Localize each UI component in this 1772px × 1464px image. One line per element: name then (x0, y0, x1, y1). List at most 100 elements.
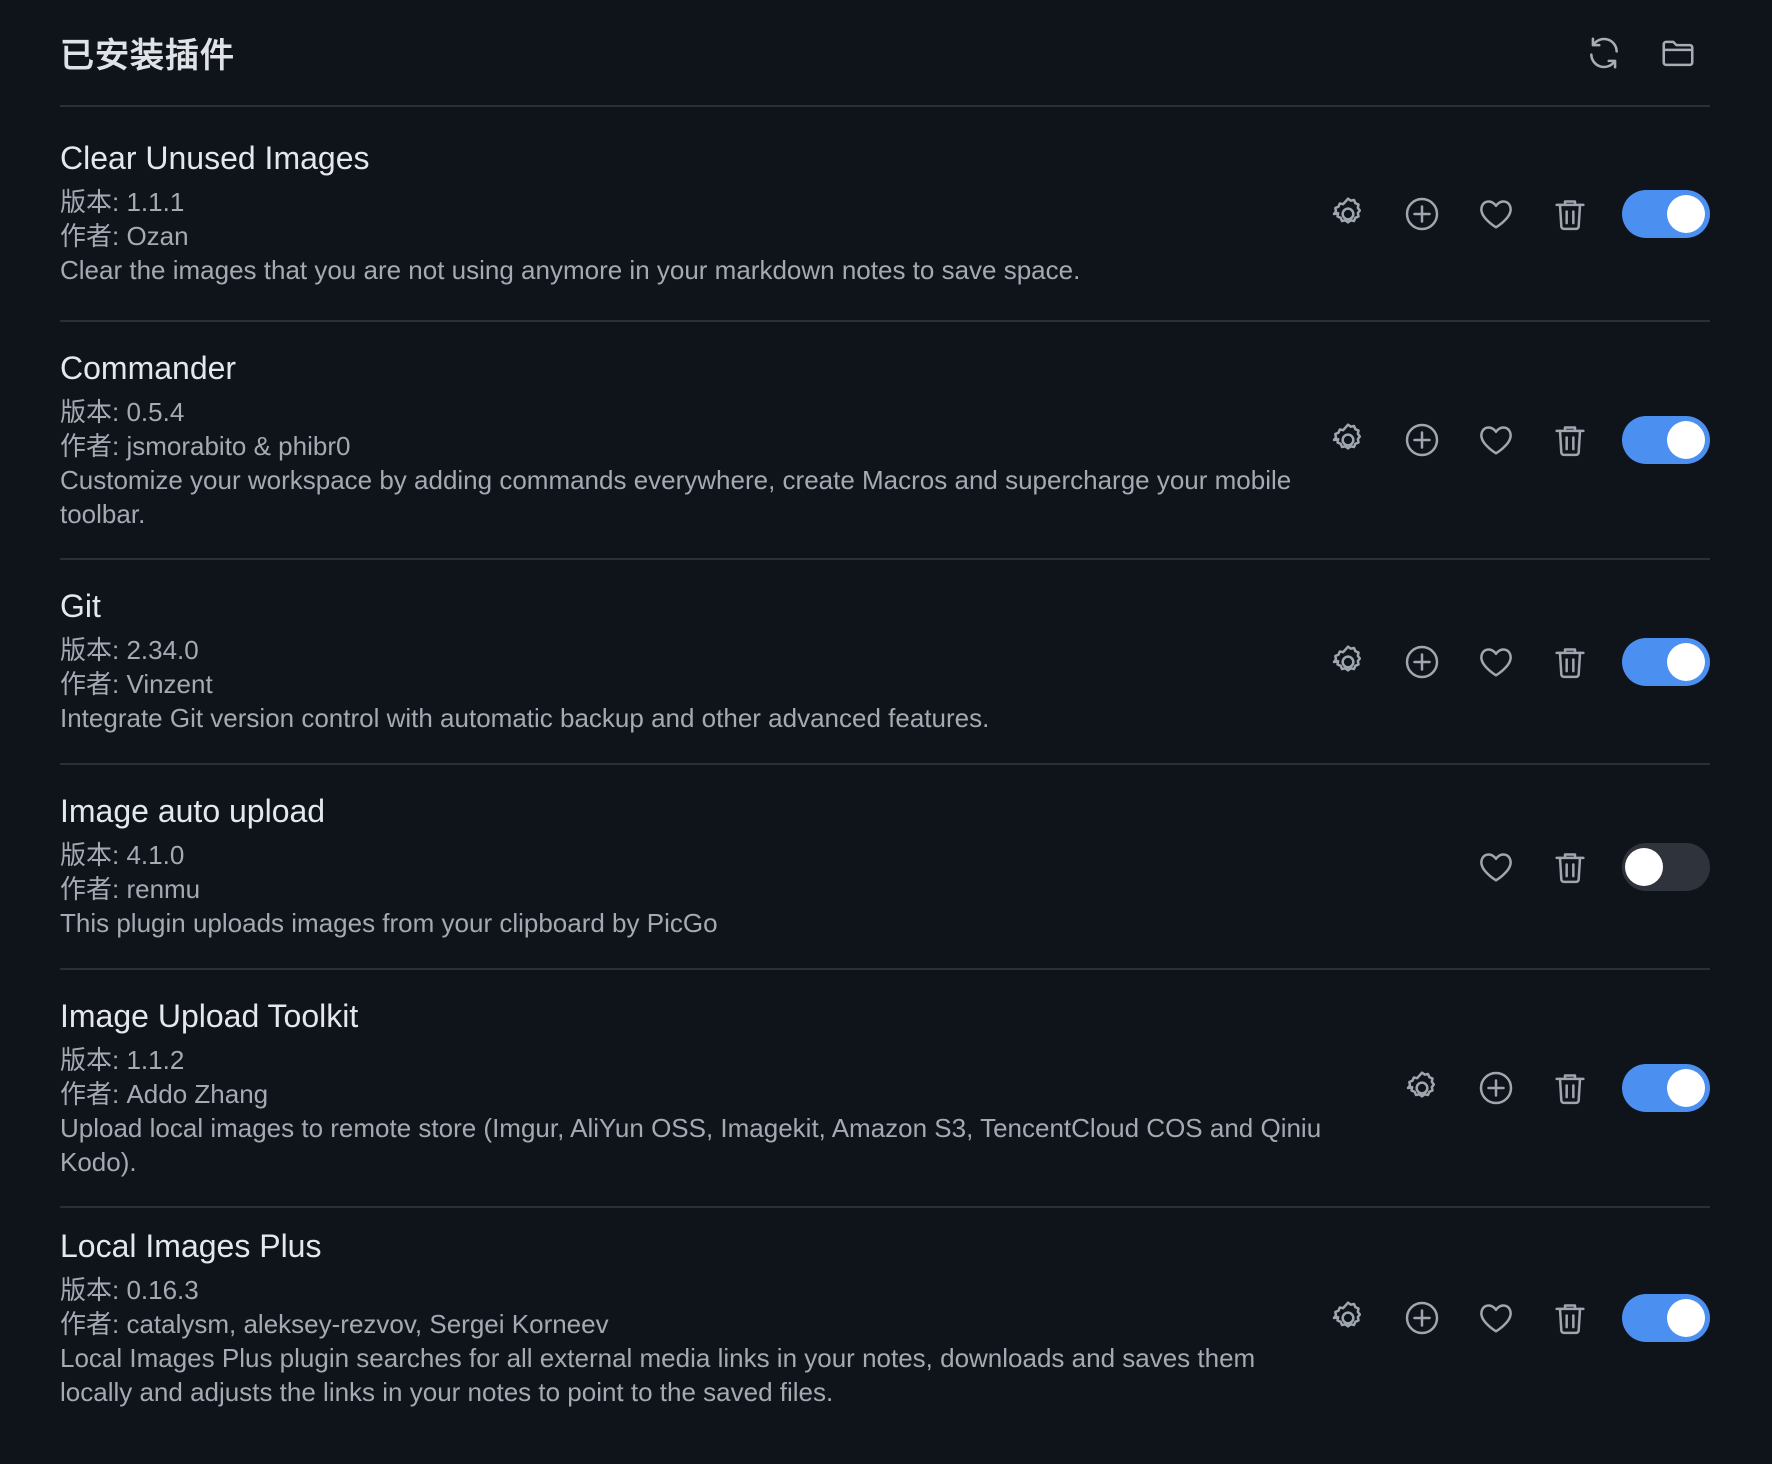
gear-icon (1332, 196, 1362, 224)
heart-icon (1480, 426, 1512, 455)
plugin-info: Git 版本: 2.34.0 作者: Vinzent Integrate Git ve… (60, 588, 1326, 735)
plugin-description: Local Images Plus plugin searches for al… (60, 1342, 1256, 1407)
plugin-controls (1326, 416, 1710, 464)
plugin-uninstall-button[interactable] (1548, 845, 1592, 889)
plugin-name: Image Upload Toolkit (60, 997, 359, 1034)
plugin-author: 作者: Ozan (60, 221, 189, 251)
plugin-row: Image auto upload 版本: 4.1.0 作者: renmu This … (60, 765, 1710, 970)
plus-circle-icon (1405, 1301, 1439, 1335)
plugin-author: 作者: renmu (60, 874, 201, 904)
plus-circle-icon (1479, 1071, 1513, 1105)
plugin-info: Local Images Plus 版本: 0.16.3 作者: catalysm,… (60, 1228, 1326, 1409)
plugin-enable-toggle[interactable] (1622, 189, 1710, 238)
plugin-version: 版本: 4.1.0 (60, 840, 185, 870)
plugin-author: 作者: Vinzent (60, 669, 213, 699)
gear-icon (1332, 423, 1362, 450)
plugin-description: Customize your workspace by adding comma… (60, 464, 1292, 529)
plugin-version: 版本: 0.5.4 (60, 396, 185, 427)
plugin-author: 作者: Addo Zhang (60, 1078, 269, 1109)
toggle-knob (1667, 1299, 1705, 1337)
plugin-enable-toggle[interactable] (1622, 1064, 1710, 1112)
plugin-info: Image Upload Toolkit 版本: 1.1.2 作者: Addo Zh… (60, 998, 1400, 1179)
plugin-settings-button[interactable] (1326, 1296, 1370, 1340)
plugin-controls (1400, 1064, 1710, 1112)
plugin-enable-toggle[interactable] (1622, 842, 1710, 891)
plugin-settings-button[interactable] (1326, 192, 1370, 236)
plugin-info: Commander 版本: 0.5.4 作者: jsmorabito & phibr… (60, 350, 1326, 531)
plugin-enable-toggle[interactable] (1622, 1294, 1710, 1342)
plugin-row: Image Upload Toolkit 版本: 1.1.2 作者: Addo Zh… (60, 970, 1710, 1208)
plugin-hotkeys-button[interactable] (1400, 192, 1444, 236)
plugin-row: Clear Unused Images 版本: 1.1.1 作者: Ozan Clea… (60, 107, 1710, 322)
plugin-description: Upload local images to remote store (Img… (60, 1112, 1322, 1177)
plugin-name: Git (60, 588, 101, 624)
open-plugins-folder-button[interactable] (1656, 31, 1700, 75)
toggle-knob (1667, 194, 1705, 233)
gear-icon (1406, 1071, 1436, 1098)
plugin-settings-button[interactable] (1400, 1066, 1444, 1110)
plugin-settings-button[interactable] (1326, 418, 1370, 462)
plus-circle-icon (1405, 645, 1439, 678)
plugin-author: 作者: catalysm, aleksey-rezvov, Sergei Kor… (60, 1308, 609, 1339)
plugin-hotkeys-button[interactable] (1400, 1296, 1444, 1340)
heart-icon (1480, 1304, 1512, 1333)
reload-button[interactable] (1582, 31, 1626, 75)
panel-header: 已安装插件 (60, 0, 1710, 107)
plugin-enable-toggle[interactable] (1622, 637, 1710, 686)
trash-icon (1555, 1304, 1585, 1335)
plugin-favorite-button[interactable] (1474, 640, 1518, 684)
plugin-uninstall-button[interactable] (1548, 192, 1592, 236)
plugin-uninstall-button[interactable] (1548, 1066, 1592, 1110)
header-actions (1582, 31, 1700, 75)
gear-icon (1332, 1301, 1362, 1328)
plugin-name: Local Images Plus (60, 1227, 322, 1264)
plugin-row: Local Images Plus 版本: 0.16.3 作者: catalysm,… (60, 1208, 1710, 1428)
plugin-controls (1326, 1294, 1710, 1342)
plugin-favorite-button[interactable] (1474, 418, 1518, 462)
trash-icon (1555, 647, 1585, 678)
plugin-uninstall-button[interactable] (1548, 418, 1592, 462)
plugin-row: Commander 版本: 0.5.4 作者: jsmorabito & phibr… (60, 322, 1710, 560)
plugin-info: Clear Unused Images 版本: 1.1.1 作者: Ozan Clea… (60, 140, 1326, 287)
plugin-info: Image auto upload 版本: 4.1.0 作者: renmu This … (60, 793, 1474, 940)
plugin-favorite-button[interactable] (1474, 845, 1518, 889)
trash-icon (1555, 1074, 1585, 1105)
plugin-favorite-button[interactable] (1474, 192, 1518, 236)
plugin-description: Clear the images that you are not using … (60, 255, 1081, 285)
trash-icon (1555, 852, 1585, 883)
plugin-version: 版本: 1.1.1 (60, 187, 185, 217)
page-title: 已安装插件 (60, 37, 235, 75)
plugin-controls (1474, 842, 1710, 891)
plugin-hotkeys-button[interactable] (1474, 1066, 1518, 1110)
plugin-list: Clear Unused Images 版本: 1.1.1 作者: Ozan Clea… (60, 107, 1710, 1428)
plugin-hotkeys-button[interactable] (1400, 418, 1444, 462)
plugin-name: Image auto upload (60, 793, 326, 829)
toggle-knob (1667, 421, 1705, 459)
plugin-author: 作者: jsmorabito & phibr0 (60, 430, 351, 461)
installed-plugins-panel: 已安装插件 Clear Unused Images 版本: 1.1.1 作者: Oz… (60, 0, 1710, 1428)
gear-icon (1332, 644, 1362, 672)
trash-icon (1555, 199, 1585, 230)
plugin-favorite-button[interactable] (1474, 1296, 1518, 1340)
toggle-knob (1625, 847, 1663, 886)
plugin-name: Clear Unused Images (60, 140, 370, 176)
plugin-settings-button[interactable] (1326, 640, 1370, 684)
plugin-version: 版本: 0.16.3 (60, 1274, 199, 1305)
plugin-uninstall-button[interactable] (1548, 1296, 1592, 1340)
plugin-controls (1326, 637, 1710, 686)
heart-icon (1480, 199, 1512, 229)
plugin-hotkeys-button[interactable] (1400, 640, 1444, 684)
plugin-version: 版本: 2.34.0 (60, 635, 199, 665)
plugin-name: Commander (60, 349, 237, 386)
heart-icon (1480, 852, 1512, 882)
plugin-uninstall-button[interactable] (1548, 640, 1592, 684)
folder-icon (1662, 40, 1694, 66)
plugin-description: Integrate Git version control with autom… (60, 703, 990, 733)
plugin-version: 版本: 1.1.2 (60, 1044, 185, 1075)
plugin-description: This plugin uploads images from your cli… (60, 908, 718, 938)
plus-circle-icon (1405, 197, 1439, 230)
toggle-knob (1667, 642, 1705, 681)
plugin-controls (1326, 189, 1710, 238)
plus-circle-icon (1405, 423, 1439, 457)
plugin-enable-toggle[interactable] (1622, 416, 1710, 464)
